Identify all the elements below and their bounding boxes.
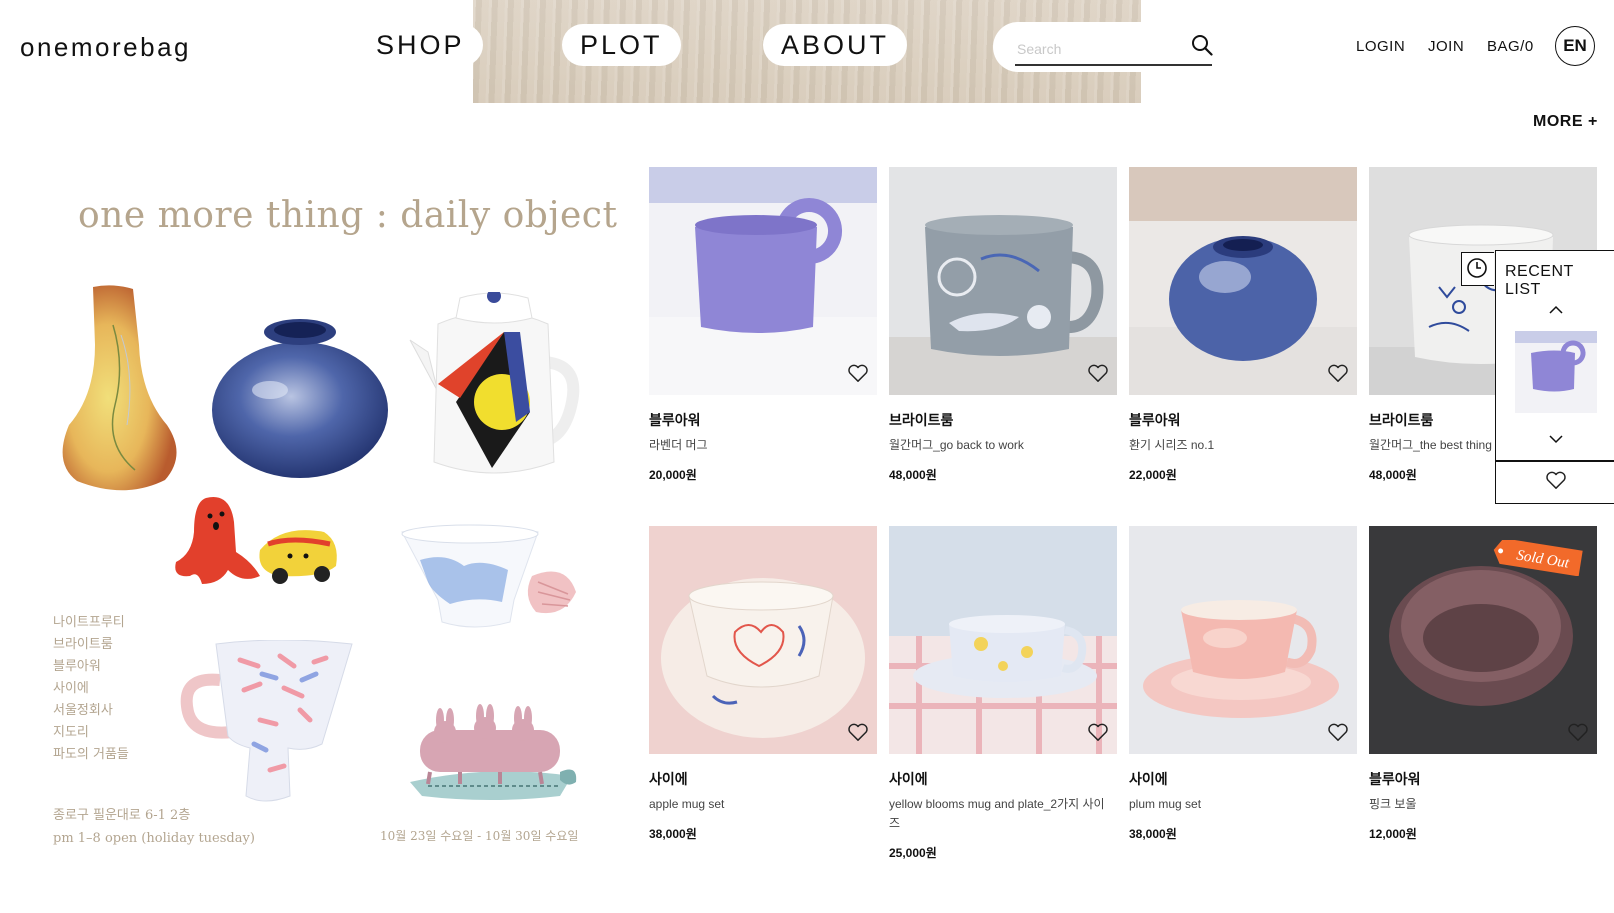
product-image[interactable]	[889, 526, 1117, 754]
figurines-image	[175, 497, 337, 584]
artist-name: 브라이트룸	[53, 637, 113, 652]
search-underline	[1015, 64, 1212, 66]
product-image[interactable]	[649, 526, 877, 754]
wishlist-heart-icon[interactable]	[847, 722, 869, 742]
artist-name: 지도리	[53, 725, 89, 740]
product-image[interactable]	[1129, 526, 1357, 754]
poster-dates: 10월 23일 수요일 - 10월 30일 수요일	[380, 829, 579, 843]
more-button[interactable]: MORE +	[1533, 113, 1598, 131]
artist-name: 나이트프루티	[53, 615, 125, 630]
join-link[interactable]: JOIN	[1428, 38, 1464, 55]
nav-plot[interactable]: PLOT	[562, 24, 681, 66]
search-input[interactable]	[1015, 33, 1194, 65]
yellow-vase-image	[62, 285, 177, 491]
product-name[interactable]: 핑크 보울	[1369, 795, 1593, 814]
shell-cup-image	[401, 524, 576, 628]
product-price: 12,000원	[1369, 827, 1417, 841]
blue-round-vase-image	[212, 319, 388, 478]
product-price: 20,000원	[649, 468, 697, 482]
teapot-image	[409, 292, 580, 474]
recent-item-image[interactable]	[1515, 331, 1597, 413]
product-brand: 블루아워	[1369, 771, 1421, 787]
product-name[interactable]: plum mug set	[1129, 795, 1353, 814]
artist-name: 파도의 거품들	[53, 747, 129, 762]
clock-icon	[1467, 258, 1487, 278]
artist-name: 사이에	[53, 681, 89, 696]
product-name[interactable]: 라벤더 머그	[649, 436, 873, 455]
product-brand: 사이에	[649, 771, 688, 787]
product-name[interactable]: yellow blooms mug and plate_2가지 사이즈	[889, 795, 1113, 833]
poster-artist-list: 나이트프루티 브라이트룸 블루아워 사이에 서울정회사 지도리 파도의 거품들	[53, 612, 129, 766]
product-image[interactable]	[1129, 167, 1357, 395]
product-brand: 사이에	[1129, 771, 1168, 787]
wishlist-heart-icon[interactable]	[1567, 722, 1589, 742]
site-logo[interactable]: onemorebag	[20, 32, 191, 63]
bag-link[interactable]: BAG/0	[1487, 38, 1534, 55]
artist-name: 서울정회사	[53, 703, 113, 718]
sold-out-badge: Sold Out	[1493, 540, 1583, 576]
wishlist-heart-icon[interactable]	[847, 363, 869, 383]
wishlist-heart-icon[interactable]	[1545, 470, 1567, 490]
product-brand: 블루아워	[1129, 412, 1181, 428]
wishlist-heart-icon[interactable]	[1327, 363, 1349, 383]
product-brand: 사이에	[889, 771, 928, 787]
product-name[interactable]: apple mug set	[649, 795, 873, 814]
product-image[interactable]	[649, 167, 877, 395]
bunny-boat-image	[410, 704, 577, 800]
product-brand: 블루아워	[649, 412, 701, 428]
product-price: 22,000원	[1129, 468, 1177, 482]
login-link[interactable]: LOGIN	[1356, 38, 1405, 55]
product-price: 48,000원	[1369, 468, 1417, 482]
product-price: 25,000원	[889, 846, 937, 860]
chevron-down-icon[interactable]	[1548, 434, 1564, 444]
artist-name: 블루아워	[53, 659, 101, 674]
wishlist-heart-icon[interactable]	[1087, 722, 1109, 742]
wishlist-heart-icon[interactable]	[1327, 722, 1349, 742]
nav-about[interactable]: ABOUT	[763, 24, 908, 66]
pastel-goblet-mug-image	[180, 640, 353, 802]
product-image[interactable]	[889, 167, 1117, 395]
poster-address: 종로구 필운대로 6-1 2층	[53, 808, 191, 823]
product-brand: 브라이트룸	[1369, 412, 1434, 428]
chevron-up-icon[interactable]	[1548, 305, 1564, 315]
search-icon[interactable]	[1191, 34, 1213, 56]
language-toggle[interactable]: EN	[1555, 26, 1595, 66]
product-name[interactable]: 환기 시리즈 no.1	[1129, 436, 1353, 455]
poster-address-block: 종로구 필운대로 6-1 2층 pm 1–8 open (holiday tue…	[53, 804, 255, 850]
product-brand: 브라이트룸	[889, 412, 954, 428]
product-price: 38,000원	[1129, 827, 1177, 841]
wishlist-heart-icon[interactable]	[1087, 363, 1109, 383]
product-price: 48,000원	[889, 468, 937, 482]
divider	[1495, 460, 1614, 462]
product-name[interactable]: 월간머그_go back to work	[889, 436, 1113, 455]
nav-shop[interactable]: SHOP	[358, 24, 483, 66]
poster-hours: pm 1–8 open (holiday tuesday)	[53, 831, 255, 846]
poster-title: one more thing : daily object	[78, 195, 618, 236]
product-price: 38,000원	[649, 827, 697, 841]
recent-list-title: RECENT LIST	[1505, 263, 1574, 298]
